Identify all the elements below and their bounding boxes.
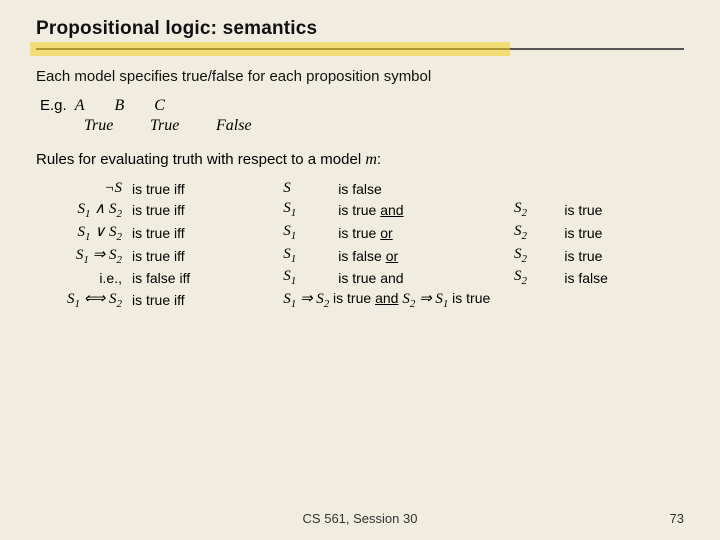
result-ie: is false	[560, 267, 684, 288]
highlight-bar	[30, 42, 510, 56]
val-c: False	[216, 117, 252, 135]
s2-and: S2	[510, 198, 560, 221]
result-neg	[560, 179, 684, 198]
formula-or: S1 ∨ S2	[36, 221, 126, 244]
formula-iff: S1 ⟺ S2	[36, 288, 126, 311]
main-content: Each model specifies true/false for each…	[36, 68, 684, 311]
s2-neg	[510, 179, 560, 198]
title-bar: Propositional logic: semantics	[36, 18, 684, 40]
s1-and: S1	[279, 198, 334, 221]
var-a: A	[75, 97, 85, 115]
formula-and: S1 ∧ S2	[36, 198, 126, 221]
cond-ie: is true and	[334, 267, 510, 288]
slide-title: Propositional logic: semantics	[36, 18, 317, 40]
rule-row-iff: S1 ⟺ S2 is true iff S1 ⇒ S2 is true and …	[36, 288, 684, 311]
s1-neg: S	[279, 179, 334, 198]
result-implies: is true	[560, 244, 684, 267]
rule-row-implies: S1 ⇒ S2 is true iff S1 is false or S2 is…	[36, 244, 684, 267]
is-false-ie: is false iff	[126, 267, 279, 288]
footer: CS 561, Session 30 73	[0, 511, 720, 526]
footer-page: 73	[670, 511, 684, 526]
rule-row-ie: i.e., is false iff S1 is true and S2 is …	[36, 267, 684, 288]
formula-implies: S1 ⇒ S2	[36, 244, 126, 267]
s2-or: S2	[510, 221, 560, 244]
formula-neg: ¬S	[36, 179, 126, 198]
is-true-iff: is true iff	[126, 288, 279, 311]
is-true-neg: is true iff	[126, 179, 279, 198]
formula-ie: i.e.,	[36, 267, 126, 288]
s1-ie: S1	[279, 267, 334, 288]
var-c: C	[154, 97, 165, 115]
is-true-and: is true iff	[126, 198, 279, 221]
cond-neg: is false	[334, 179, 510, 198]
s2-implies: S2	[510, 244, 560, 267]
s1-implies: S1	[279, 244, 334, 267]
rules-table: ¬S is true iff S is false S1 ∧ S2 is tru…	[36, 179, 684, 311]
s1-or: S1	[279, 221, 334, 244]
eg-label: E.g.	[40, 97, 67, 114]
rule-row-neg: ¬S is true iff S is false	[36, 179, 684, 198]
result-or: is true	[560, 221, 684, 244]
val-b: True	[150, 117, 202, 135]
rule-row-or: S1 ∨ S2 is true iff S1 is true or S2 is …	[36, 221, 684, 244]
val-a: True	[84, 117, 136, 135]
s2-ie: S2	[510, 267, 560, 288]
var-b: B	[114, 97, 124, 115]
rules-intro: Rules for evaluating truth with respect …	[36, 151, 684, 169]
is-true-or: is true iff	[126, 221, 279, 244]
cond-or: is true or	[334, 221, 510, 244]
is-true-implies: is true iff	[126, 244, 279, 267]
cond-and: is true and	[334, 198, 510, 221]
cond-implies: is false or	[334, 244, 510, 267]
footer-label: CS 561, Session 30	[0, 511, 720, 526]
intro-text: Each model specifies true/false for each…	[36, 68, 684, 85]
result-and: is true	[560, 198, 684, 221]
example-block: E.g. A B C True True False	[40, 97, 684, 135]
slide: Propositional logic: semantics Each mode…	[0, 0, 720, 540]
iff-full-cond: S1 ⇒ S2 is true and S2 ⇒ S1 is true	[279, 288, 684, 311]
rule-row-and: S1 ∧ S2 is true iff S1 is true and S2 is…	[36, 198, 684, 221]
